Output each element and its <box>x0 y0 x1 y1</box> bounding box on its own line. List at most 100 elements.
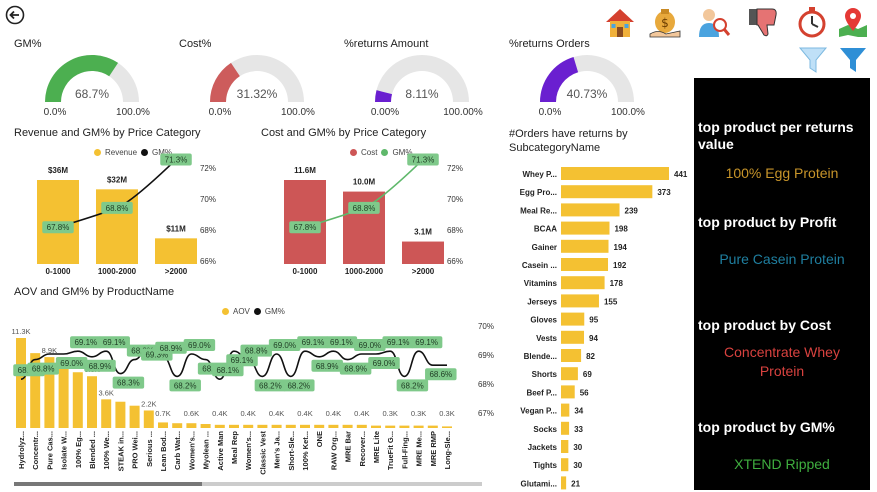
gm-label-rev-1: 68.8% <box>106 204 129 213</box>
kpi-title-profit: top product by Profit <box>698 214 837 230</box>
aov-gm-label-18: 69.0% <box>273 341 296 350</box>
aov-cat-1: Concentr... <box>31 431 40 470</box>
aov-gm-label-3: 69.0% <box>60 359 83 368</box>
order-val-0: 441 <box>674 170 688 179</box>
aov-cat-10: Lean Bod... <box>159 431 168 471</box>
order-bar-2 <box>561 203 620 217</box>
aov-bar-17 <box>257 424 268 428</box>
aov-gm-label-21: 68.9% <box>316 362 339 371</box>
aov-cat-30: Long-Sle... <box>443 431 452 469</box>
order-cat-9: Vests <box>536 334 557 343</box>
aov-scrollbar-track <box>202 482 482 486</box>
gauge-min-4: 0.0% <box>539 107 562 118</box>
aov-gm-label-14: 68.1% <box>216 366 239 375</box>
order-bar-14 <box>561 421 570 435</box>
aov-cat-24: Recover... <box>358 431 367 466</box>
x-tick-cost-1: 1000-2000 <box>345 267 384 276</box>
aov-cat-19: Short-Sle... <box>287 431 296 471</box>
aov-label-28: 0.3K <box>411 409 426 418</box>
order-bar-5 <box>561 258 609 271</box>
order-cat-1: Egg Pro... <box>520 188 557 197</box>
aov-cat-23: MRE Bar <box>344 431 353 462</box>
aov-bar-10 <box>158 422 168 428</box>
order-cat-11: Shorts <box>532 370 558 379</box>
aov-bar-20 <box>300 424 310 428</box>
aov-bar-22 <box>328 424 339 428</box>
aov-cat-7: STEAK in... <box>116 431 125 471</box>
gm-label-rev-2: 71.3% <box>165 156 188 165</box>
aov-bar-6 <box>101 399 112 428</box>
aov-cat-20: 100% Ket... <box>301 431 310 471</box>
aov-label-10: 0.7K <box>155 409 170 418</box>
aov-cat-29: MRE RMP <box>429 431 438 466</box>
aov-bar-25 <box>371 425 381 428</box>
aov-gm-label-10: 68.9% <box>160 344 183 353</box>
aov-label-12: 0.6K <box>184 409 199 418</box>
gauge-min-3: 0.00% <box>371 107 399 118</box>
aov-label-30: 0.3K <box>439 409 454 418</box>
aov-cat-14: Active Man <box>216 431 225 471</box>
bar-rev-2 <box>155 238 197 264</box>
order-cat-8: Gloves <box>530 316 557 325</box>
order-bar-3 <box>561 221 610 235</box>
aov-bar-12 <box>186 423 197 428</box>
order-cat-4: Gainer <box>532 243 557 252</box>
order-val-1: 373 <box>657 188 671 197</box>
bar-label-cost-0: 11.6M <box>294 166 316 175</box>
bar-label-rev-1: $32M <box>107 175 127 184</box>
order-val-15: 30 <box>573 443 582 452</box>
kpi-title-cost: top product by Cost <box>698 317 831 333</box>
aov-gm-label-29: 68.6% <box>429 370 452 379</box>
gauge-min-1: 0.0% <box>44 107 67 118</box>
aov-bar-28 <box>413 425 424 428</box>
aov-bar-18 <box>271 424 282 428</box>
order-bar-8 <box>561 312 585 326</box>
aov-cat-5: Blended ... <box>88 431 97 469</box>
y2-tick-cost-1: 70% <box>447 195 463 204</box>
aov-bar-21 <box>314 424 325 428</box>
order-val-5: 192 <box>613 261 627 270</box>
aov-bar-7 <box>115 401 126 428</box>
aov-gm-label-19: 68.2% <box>287 381 310 390</box>
order-cat-14: Socks <box>533 425 557 434</box>
aov-gm-label-12: 69.0% <box>188 341 211 350</box>
y2-tick-rev-0: 72% <box>200 164 216 173</box>
aov-label-22: 0.4K <box>326 409 341 418</box>
gauge-value-1: 68.7% <box>75 87 109 101</box>
order-bar-11 <box>561 367 578 381</box>
aov-bar-30 <box>442 426 452 428</box>
aov-label-16: 0.4K <box>240 409 255 418</box>
aov-bar-9 <box>143 410 154 428</box>
aov-label-26: 0.3K <box>382 409 397 418</box>
aov-cat-4: 100% Eg... <box>74 431 83 468</box>
order-val-8: 95 <box>589 316 598 325</box>
aov-y2-tick-1: 69% <box>478 351 494 360</box>
order-cat-15: Jackets <box>528 443 558 452</box>
aov-label-18: 0.4K <box>269 409 284 418</box>
aov-cat-6: 100% We... <box>102 431 111 470</box>
aov-cat-8: PRO Wei... <box>131 431 140 469</box>
kpi-value-gm: XTEND Ripped <box>734 456 830 472</box>
aov-gm-label-25: 69.0% <box>373 359 396 368</box>
aov-bar-23 <box>342 424 353 428</box>
aov-bar-8 <box>129 405 140 428</box>
aov-bar-13 <box>200 424 211 428</box>
order-val-14: 33 <box>574 425 583 434</box>
order-bar-4 <box>561 239 609 253</box>
aov-label-6: 3.6K <box>98 388 113 397</box>
aov-bar-26 <box>385 425 396 428</box>
aov-cat-18: Men's Ja... <box>273 431 282 469</box>
aov-label-20: 0.4K <box>297 409 312 418</box>
order-val-11: 69 <box>583 370 592 379</box>
order-cat-10: Blende... <box>524 352 557 361</box>
aov-gm-label-1: 68.8% <box>32 365 55 374</box>
kpi-value-cost: Concentrate Whey Protein <box>724 344 840 379</box>
y2-tick-cost-0: 72% <box>447 164 463 173</box>
order-cat-13: Vegan P... <box>520 407 557 416</box>
bar-rev-1 <box>96 189 138 264</box>
order-val-2: 239 <box>625 206 639 215</box>
order-bar-17 <box>561 476 567 490</box>
gauge-value-4: 40.73% <box>567 87 608 101</box>
gauge-max-3: 100.00% <box>443 107 483 118</box>
x-tick-rev-1: 1000-2000 <box>98 267 137 276</box>
